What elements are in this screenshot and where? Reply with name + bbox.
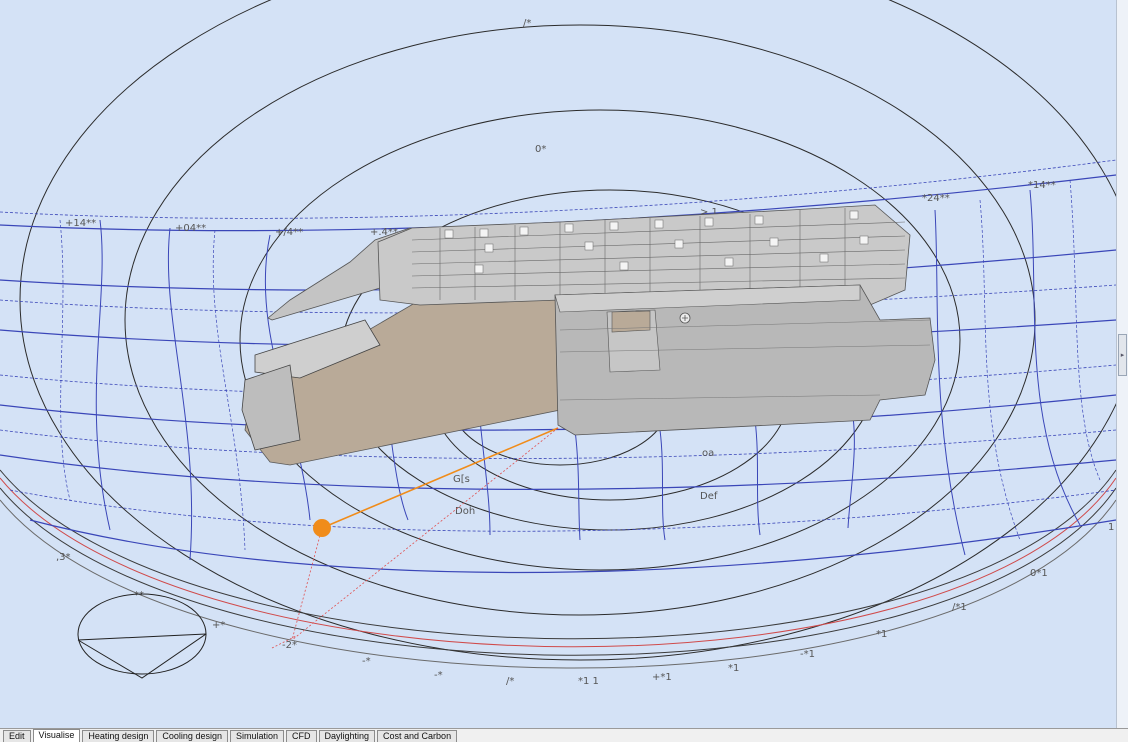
edge-label: 1 <box>1108 522 1114 533</box>
building-model[interactable] <box>241 204 936 466</box>
edge-label: -* <box>362 656 371 667</box>
tab-edit[interactable]: Edit <box>3 730 31 742</box>
edge-label: ,3* <box>56 552 71 563</box>
altitude-label: oa <box>702 448 714 459</box>
tab-daylighting[interactable]: Daylighting <box>318 730 376 742</box>
edge-label: 0*1 <box>1030 568 1048 579</box>
tab-heating-design[interactable]: Heating design <box>82 730 155 742</box>
hour-label: +04** <box>175 223 206 234</box>
altitude-label: Doh <box>455 506 475 517</box>
compass-icon[interactable] <box>77 593 207 679</box>
tab-cost-and-carbon[interactable]: Cost and Carbon <box>377 730 458 742</box>
hour-label: *24** <box>922 193 950 204</box>
hour-label: +/4** <box>275 227 303 238</box>
altitude-label: 0* <box>535 144 546 155</box>
edge-label: *1 1 <box>578 676 599 687</box>
edge-label: +* <box>212 620 225 631</box>
horizon-rings <box>0 469 1116 669</box>
move-cursor-icon <box>679 312 691 324</box>
edge-label: /* <box>506 676 514 687</box>
altitude-label: G[s <box>453 474 470 485</box>
edge-label: -*1 <box>800 649 815 660</box>
3d-viewport[interactable]: /* 0* >.1 oa Def Doh G[s +14** +04** +/4… <box>0 0 1116 728</box>
edge-label: *1 <box>876 629 887 640</box>
altitude-label: /* <box>523 18 531 29</box>
sunpath-scene[interactable]: /* 0* >.1 oa Def Doh G[s +14** +04** +/4… <box>0 0 1116 728</box>
collapse-arrow-icon[interactable]: ▸ <box>1118 334 1127 376</box>
edge-labels: 1 0*1 /*1 *1 -*1 *1 +*1 *1 1 /* -* -* ,3… <box>56 522 1114 687</box>
tab-cooling-design[interactable]: Cooling design <box>156 730 228 742</box>
edge-label: /*1 <box>952 602 967 613</box>
altitude-label: Def <box>700 491 718 502</box>
edge-label: -* <box>434 670 443 681</box>
left-stack <box>241 364 301 451</box>
edge-label: ** <box>134 590 144 601</box>
hour-label: *14** <box>1028 180 1056 191</box>
edge-label: +*1 <box>652 672 672 683</box>
hour-label: +14** <box>65 218 96 229</box>
tab-visualise[interactable]: Visualise <box>32 729 81 742</box>
sun-marker-icon[interactable] <box>313 519 331 537</box>
edge-label: *1 <box>728 663 739 674</box>
bottom-tab-bar: Edit Visualise Heating design Cooling de… <box>0 728 1128 742</box>
tab-simulation[interactable]: Simulation <box>229 730 284 742</box>
tab-cfd[interactable]: CFD <box>286 730 317 742</box>
tower-top <box>611 310 651 333</box>
